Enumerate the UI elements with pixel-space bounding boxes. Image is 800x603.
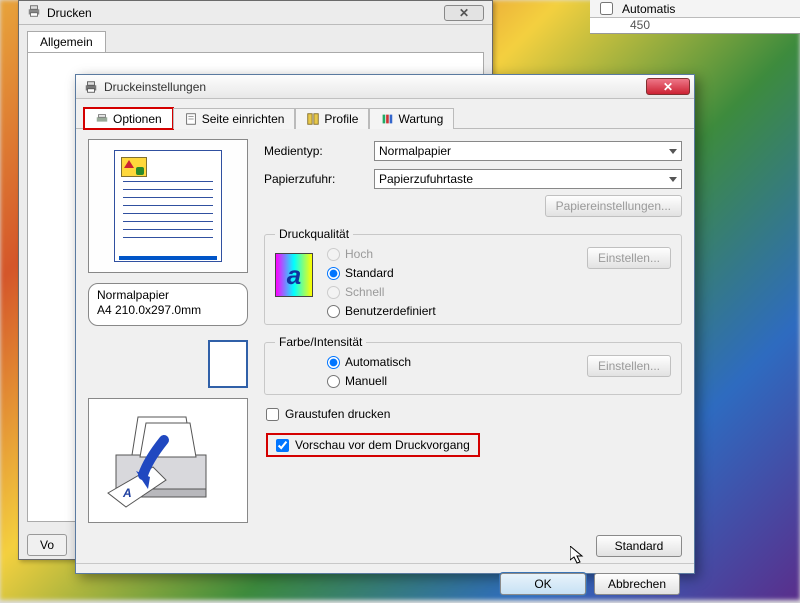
orientation-thumb[interactable] <box>208 340 248 388</box>
tab-label: Optionen <box>113 112 162 126</box>
color-manual-label: Manuell <box>345 374 387 388</box>
cursor-icon <box>570 546 586 566</box>
tab-maintenance[interactable]: Wartung <box>369 108 454 129</box>
paper-name: Normalpapier <box>97 288 239 303</box>
preview-checkbox[interactable] <box>276 439 289 452</box>
paper-source-label: Papierzufuhr: <box>264 172 366 186</box>
outer-close-button[interactable]: ✕ <box>444 5 484 21</box>
paper-settings-button: Papiereinstellungen... <box>545 195 682 217</box>
ok-button[interactable]: OK <box>500 573 586 595</box>
profiles-icon <box>306 112 320 126</box>
chevron-down-icon <box>669 149 677 154</box>
quality-legend: Druckqualität <box>275 227 353 241</box>
color-auto-radio[interactable] <box>327 356 340 369</box>
print-settings-dialog: Druckeinstellungen ✕ Optionen Seite einr… <box>75 74 695 574</box>
tab-options[interactable]: Optionen <box>84 108 173 129</box>
cancel-button[interactable]: Abbrechen <box>594 573 680 595</box>
dropdown-value: Normalpapier <box>379 144 451 158</box>
tab-page-setup[interactable]: Seite einrichten <box>173 108 296 129</box>
tab-label: Profile <box>324 112 358 126</box>
quality-fast-radio <box>327 286 340 299</box>
color-legend: Farbe/Intensität <box>275 335 366 349</box>
quality-standard-radio[interactable] <box>327 267 340 280</box>
color-manual-radio[interactable] <box>327 375 340 388</box>
paper-size: A4 210.0x297.0mm <box>97 303 239 318</box>
outer-tab-general[interactable]: Allgemein <box>27 31 106 52</box>
automatic-label: Automatis <box>622 2 675 16</box>
media-type-dropdown[interactable]: Normalpapier <box>374 141 682 161</box>
printer-icon <box>95 112 109 126</box>
tab-profiles[interactable]: Profile <box>295 108 369 129</box>
preview-label: Vorschau vor dem Druckvorgang <box>295 438 470 452</box>
outer-truncated-button[interactable]: Vo <box>27 534 67 556</box>
tab-label: Wartung <box>398 112 443 126</box>
quality-icon: a <box>275 253 313 297</box>
dialog-title: Druckeinstellungen <box>104 80 640 94</box>
page-preview <box>88 139 248 273</box>
quality-standard-label: Standard <box>345 266 394 280</box>
standard-button[interactable]: Standard <box>596 535 682 557</box>
maintenance-icon <box>380 112 394 126</box>
printer-icon <box>27 4 41 21</box>
automatic-checkbox[interactable] <box>600 2 613 15</box>
color-auto-label: Automatisch <box>345 355 411 369</box>
grayscale-checkbox[interactable] <box>266 408 279 421</box>
quality-settings-button: Einstellen... <box>587 247 671 269</box>
dropdown-value: Papierzufuhrtaste <box>379 172 473 186</box>
grayscale-label: Graustufen drucken <box>285 407 390 421</box>
quality-user-radio[interactable] <box>327 305 340 318</box>
printer-illustration: A <box>88 398 248 523</box>
tab-label: Seite einrichten <box>202 112 285 126</box>
printer-icon <box>84 80 98 94</box>
paper-info: Normalpapier A4 210.0x297.0mm <box>88 283 248 326</box>
ruler: 450 <box>590 18 800 34</box>
chevron-down-icon <box>669 177 677 182</box>
media-type-label: Medientyp: <box>264 144 366 158</box>
quality-fast-label: Schnell <box>345 285 384 299</box>
outer-title: Drucken <box>47 6 438 20</box>
svg-text:A: A <box>122 486 132 500</box>
print-quality-fieldset: Druckqualität a Hoch Standard Schnell Be… <box>264 227 682 325</box>
color-intensity-fieldset: Farbe/Intensität Automatisch Manuell Ein… <box>264 335 682 395</box>
color-settings-button: Einstellen... <box>587 355 671 377</box>
paper-source-dropdown[interactable]: Papierzufuhrtaste <box>374 169 682 189</box>
quality-high-radio <box>327 248 340 261</box>
quality-high-label: Hoch <box>345 247 373 261</box>
page-icon <box>184 112 198 126</box>
close-button[interactable]: ✕ <box>646 78 690 95</box>
quality-user-label: Benutzerdefiniert <box>345 304 436 318</box>
